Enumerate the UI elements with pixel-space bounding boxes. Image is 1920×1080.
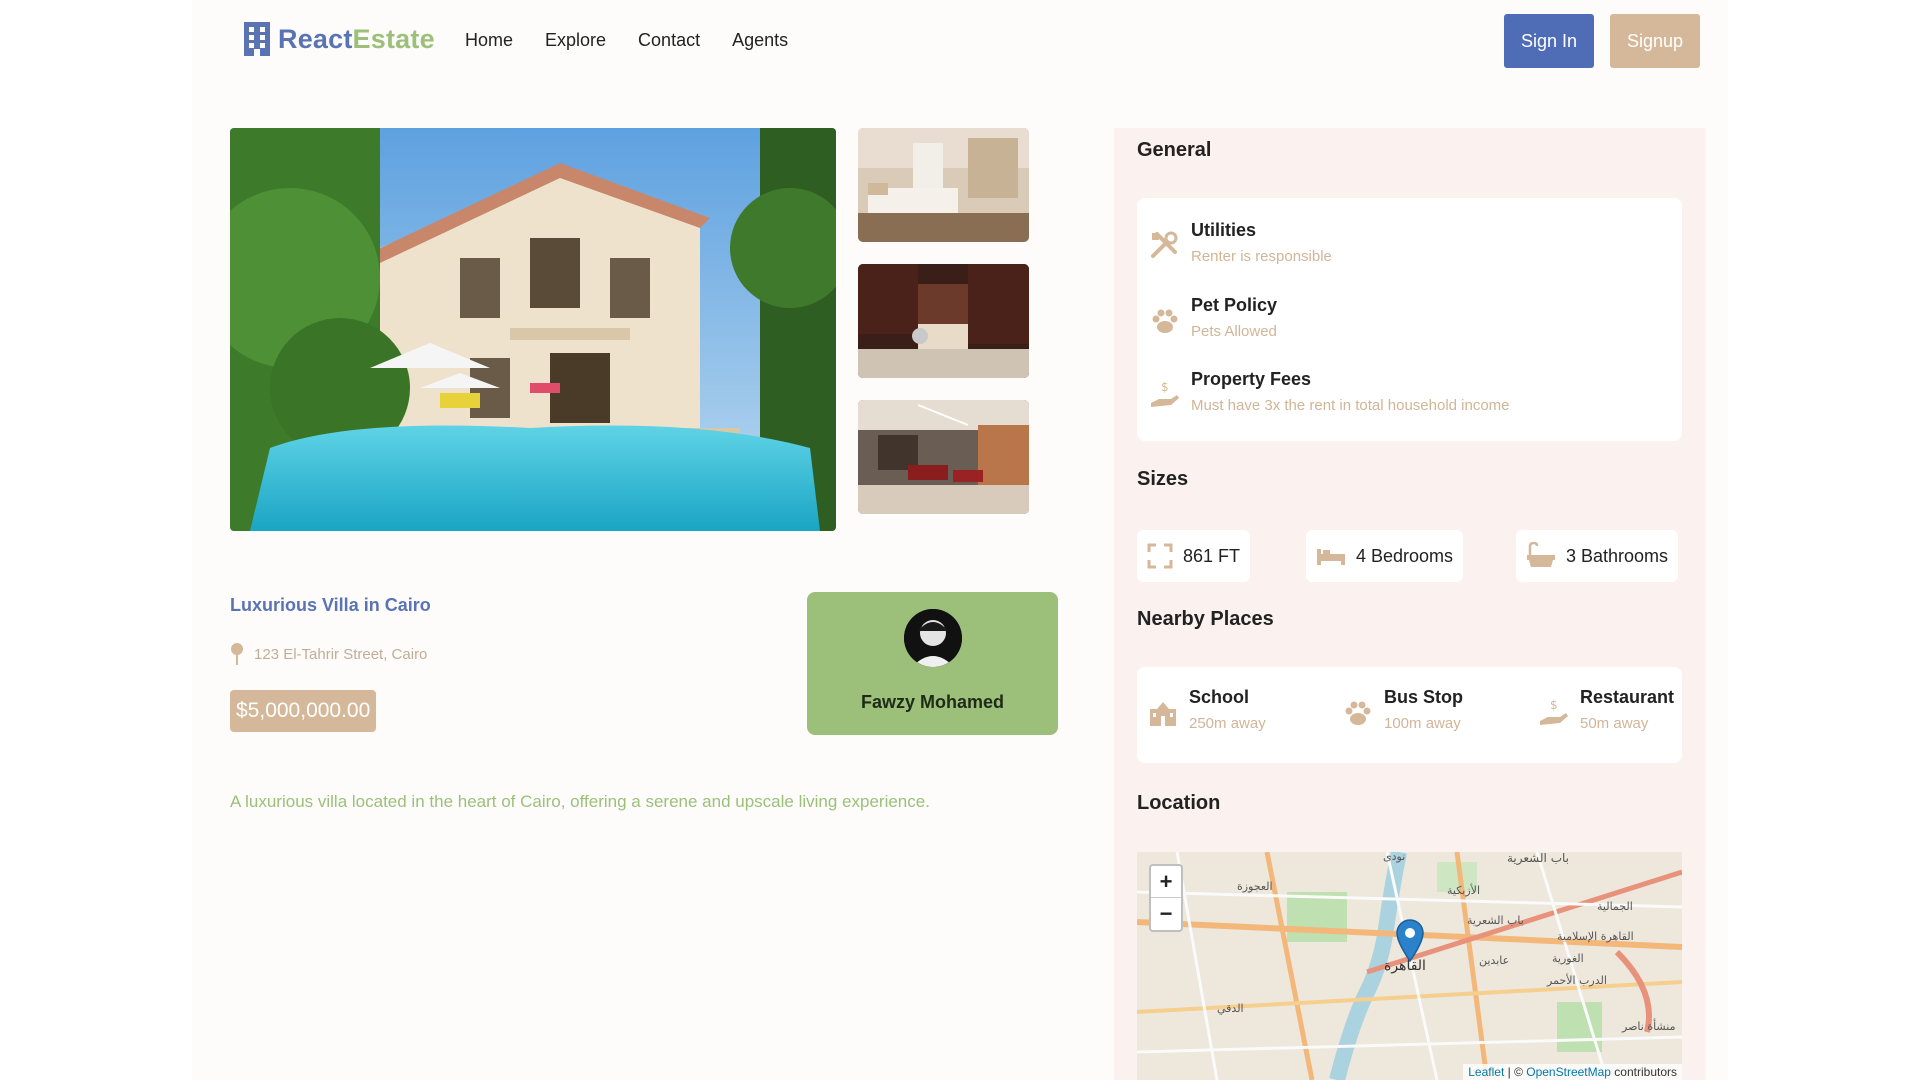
nearby-card: School 250m away Bus Stop 100m away $ Re… <box>1137 667 1682 763</box>
nearby-restaurant-title: Restaurant <box>1580 687 1675 707</box>
leaflet-link[interactable]: Leaflet <box>1468 1065 1504 1079</box>
hand-dollar-icon: $ <box>1540 698 1568 725</box>
nav-contact[interactable]: Contact <box>638 30 700 51</box>
nearby-bus-stop-distance: 100m away <box>1384 715 1461 732</box>
map-marker-icon[interactable] <box>1395 918 1425 962</box>
signup-button[interactable]: Signup <box>1610 14 1700 68</box>
agent-card[interactable]: Fawzy Mohamed <box>807 592 1058 735</box>
map-label-darb-ahmar: الدرب الأحمر <box>1546 973 1607 987</box>
agent-avatar <box>904 609 962 667</box>
map-pin-icon <box>231 643 243 665</box>
location-map[interactable]: نودى باب الشعرية العجوزة الأزبكية الجمال… <box>1137 852 1682 1080</box>
thumbnail-living-room[interactable] <box>858 400 1029 514</box>
building-icon <box>244 22 270 56</box>
map-label-bab-shaaria-2: باب الشعرية <box>1467 914 1524 927</box>
map-label-manshiyat-nasser: منشأة ناصر <box>1621 1018 1676 1033</box>
signin-button[interactable]: Sign In <box>1504 14 1594 68</box>
nearby-restaurant: $ Restaurant 50m away <box>1538 687 1674 732</box>
general-item-pet-policy: Pet Policy Pets Allowed <box>1149 295 1277 340</box>
property-fees-subtitle: Must have 3x the rent in total household… <box>1191 397 1510 414</box>
bed-icon <box>1317 549 1345 565</box>
nav-agents[interactable]: Agents <box>732 30 788 51</box>
logo-text-estate: Estate <box>352 23 435 54</box>
school-icon <box>1150 702 1176 726</box>
logo-text-react: React <box>278 23 353 54</box>
utilities-subtitle: Renter is responsible <box>1191 248 1332 265</box>
zoom-in-button[interactable]: + <box>1151 866 1181 898</box>
map-tiles: نودى باب الشعرية العجوزة الأزبكية الجمال… <box>1137 852 1682 1080</box>
map-label-agouza: العجوزة <box>1237 880 1273 893</box>
osm-link[interactable]: OpenStreetMap <box>1526 1065 1611 1079</box>
property-address: 123 El-Tahrir Street, Cairo <box>230 642 427 666</box>
main-nav: Home Explore Contact Agents <box>465 30 788 51</box>
nav-explore[interactable]: Explore <box>545 30 606 51</box>
area-icon <box>1147 543 1173 569</box>
general-item-utilities: Utilities Renter is responsible <box>1149 220 1332 265</box>
map-label-azbakiya: الأزبكية <box>1447 883 1480 897</box>
general-item-property-fees: $ Property Fees Must have 3x the rent in… <box>1149 369 1510 414</box>
nearby-title: Nearby Places <box>1137 608 1274 630</box>
pet-policy-title: Pet Policy <box>1191 295 1278 315</box>
nearby-school: School 250m away <box>1147 687 1266 732</box>
size-bedrooms: 4 Bedrooms <box>1306 530 1464 582</box>
map-label-dokki: الدقي <box>1217 1002 1244 1015</box>
hand-dollar-icon: $ <box>1151 380 1179 407</box>
property-description: A luxurious villa located in the heart o… <box>230 792 930 811</box>
thumbnail-kitchen[interactable] <box>858 264 1029 378</box>
size-area: 861 FT <box>1137 530 1251 582</box>
size-bedrooms-label: 4 Bedrooms <box>1356 545 1454 566</box>
location-title: Location <box>1137 792 1221 814</box>
map-zoom-control: + − <box>1149 864 1183 932</box>
attribution-separator: | © <box>1504 1065 1527 1079</box>
map-attribution: Leaflet | © OpenStreetMap contributors <box>1463 1064 1682 1080</box>
svg-text:$: $ <box>1550 698 1558 712</box>
nav-home[interactable]: Home <box>465 30 513 51</box>
pet-policy-subtitle: Pets Allowed <box>1191 323 1277 340</box>
size-area-label: 861 FT <box>1183 545 1241 566</box>
utilities-title: Utilities <box>1191 220 1257 240</box>
nearby-bus-stop: Bus Stop 100m away <box>1342 687 1463 732</box>
nearby-school-title: School <box>1189 687 1250 707</box>
svg-text:$: $ <box>1161 380 1169 394</box>
property-title: Luxurious Villa in Cairo <box>230 595 431 615</box>
property-fees-title: Property Fees <box>1191 369 1312 389</box>
nearby-school-distance: 250m away <box>1189 715 1266 732</box>
bath-icon <box>1527 542 1555 567</box>
logo[interactable]: ReactEstate <box>242 20 435 58</box>
general-card: Utilities Renter is responsible Pet Poli… <box>1137 198 1682 441</box>
paw-icon <box>1152 309 1178 333</box>
property-price: $5,000,000.00 <box>230 690 377 732</box>
map-label-ghuriya: الغورية <box>1552 952 1584 965</box>
zoom-out-button[interactable]: − <box>1151 898 1181 930</box>
page: ReactEstate Home Explore Contact Agents … <box>192 0 1728 1080</box>
map-label-gamaliya: الجمالية <box>1597 900 1633 913</box>
nearby-restaurant-distance: 50m away <box>1580 715 1649 732</box>
tools-icon <box>1151 231 1178 258</box>
general-title: General <box>1137 139 1212 161</box>
main-property-photo[interactable] <box>230 128 836 531</box>
thumbnail-bedroom[interactable] <box>858 128 1029 242</box>
property-address-text: 123 El-Tahrir Street, Cairo <box>254 645 428 663</box>
nearby-bus-stop-title: Bus Stop <box>1384 687 1463 707</box>
map-label-abdeen: عابدين <box>1479 954 1509 967</box>
details-panel: General Utilities Renter is responsible <box>1114 128 1705 1080</box>
agent-name: Fawzy Mohamed <box>860 692 1005 712</box>
sizes-title: Sizes <box>1137 468 1189 490</box>
map-label-bab-shaaria-1: باب الشعرية <box>1507 852 1569 866</box>
map-label-islamic-cairo: القاهرة الإسلامية <box>1557 930 1634 943</box>
map-label-nody: نودى <box>1383 852 1405 863</box>
paw-icon <box>1345 701 1371 725</box>
attribution-suffix: contributors <box>1610 1065 1677 1079</box>
size-bathrooms: 3 Bathrooms <box>1516 530 1679 582</box>
size-bathrooms-label: 3 Bathrooms <box>1566 545 1669 566</box>
